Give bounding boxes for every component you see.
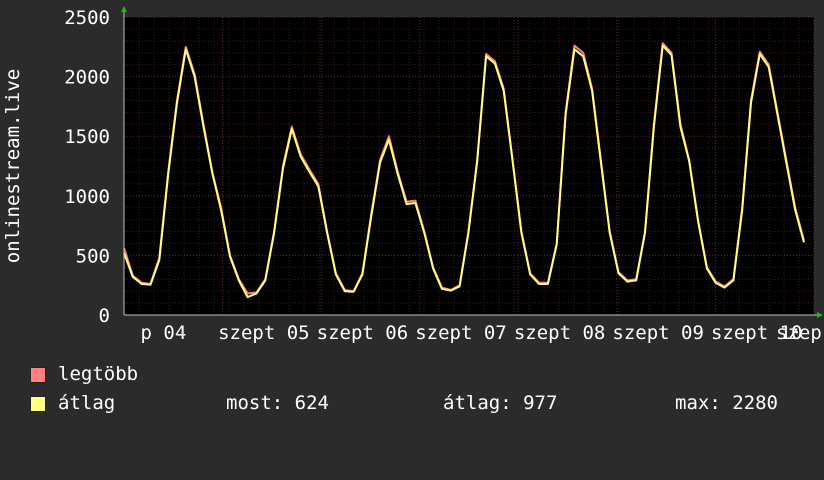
- y-axis-label: onlinestream.live: [2, 69, 24, 263]
- y-tick-label: 0: [99, 305, 110, 327]
- y-tick-label: 1500: [64, 126, 110, 148]
- y-tick-label: 2000: [64, 67, 110, 89]
- y-tick-label: 1000: [64, 186, 110, 208]
- y-tick-label: 2500: [64, 7, 110, 29]
- x-tick-label: p 04: [141, 322, 187, 344]
- x-tick-label: szept 09: [612, 322, 704, 344]
- x-tick-label: szep: [776, 322, 822, 344]
- x-tick-label: szept 06: [317, 322, 409, 344]
- plot-area: [124, 17, 814, 315]
- x-tick-label: szept 07: [415, 322, 507, 344]
- x-axis-arrow: [817, 312, 823, 318]
- x-tick-label: szept 08: [514, 322, 606, 344]
- y-axis-arrow: [121, 6, 127, 12]
- chart: 0 500 1000 1500 2000 2500 p 04 szept 05 szept 06…: [2, 6, 823, 344]
- y-tick-label: 500: [76, 245, 110, 267]
- x-tick-label: szept 05: [218, 322, 310, 344]
